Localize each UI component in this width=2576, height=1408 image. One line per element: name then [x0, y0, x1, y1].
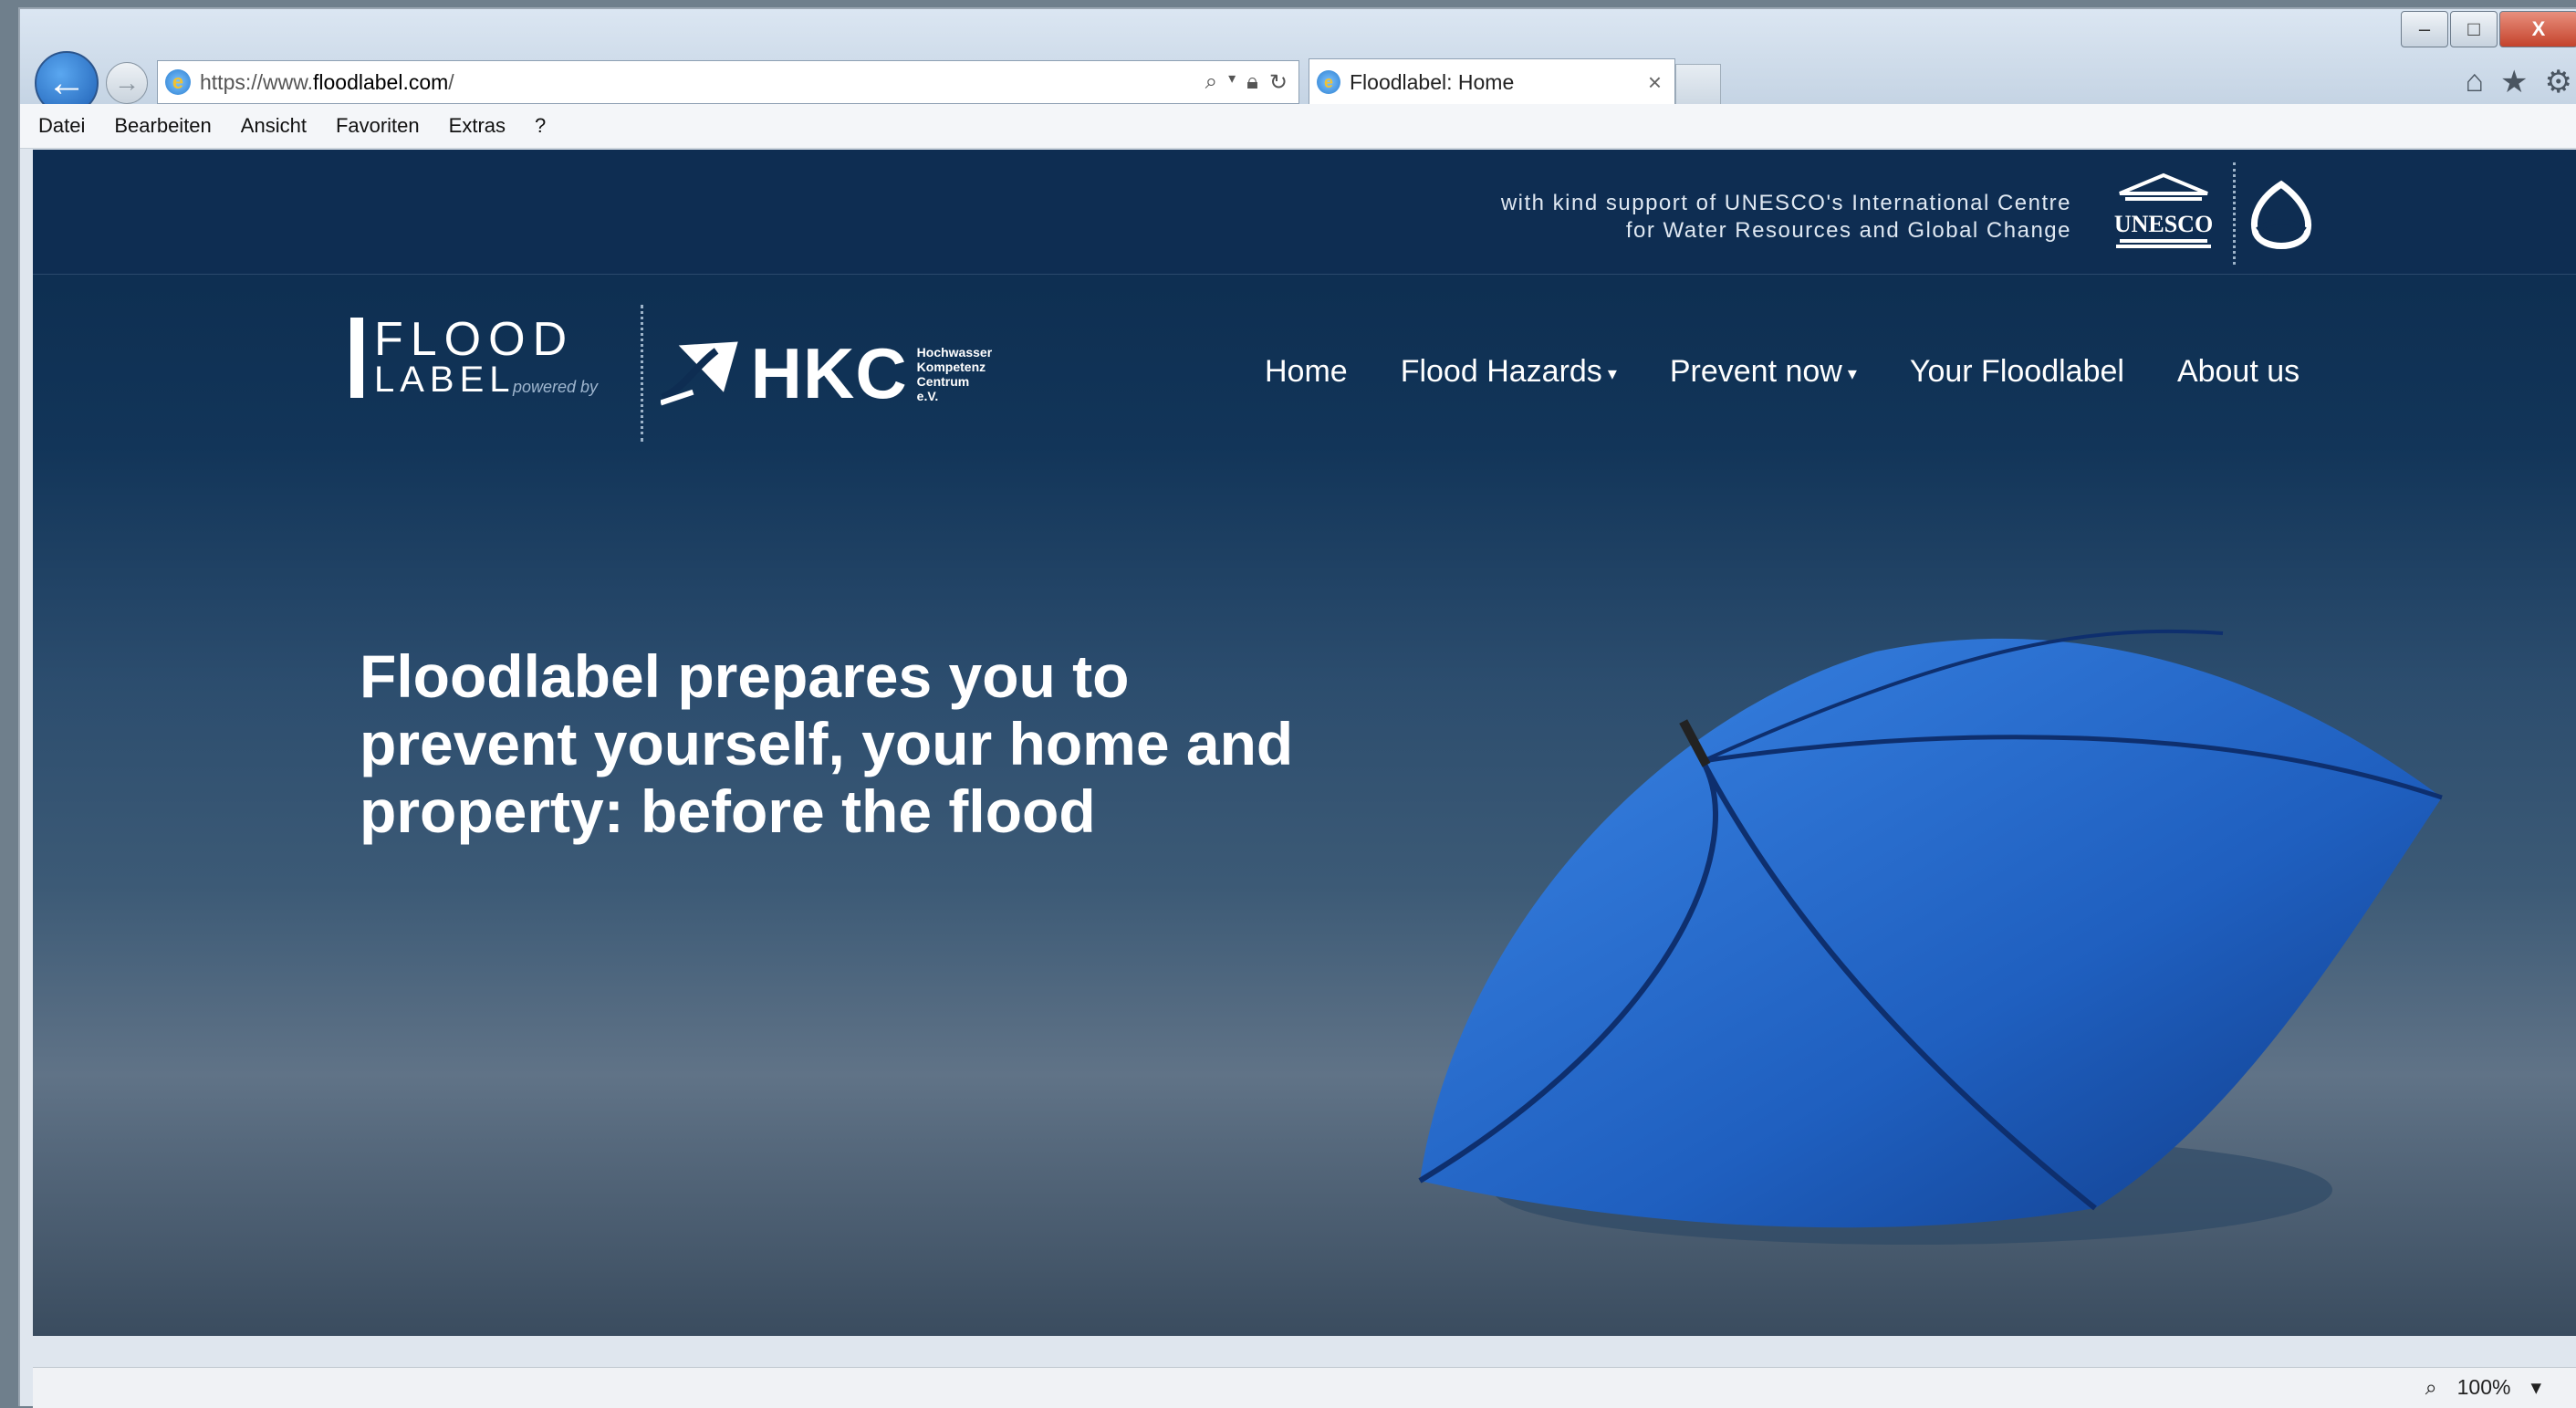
nav-your-floodlabel-label: Your Floodlabel	[1909, 354, 2124, 389]
nav-about-us[interactable]: About us	[2177, 354, 2300, 390]
menu-datei[interactable]: Datei	[38, 114, 85, 138]
minimize-button[interactable]: –	[2401, 11, 2448, 47]
zoom-level: 100%	[2456, 1375, 2511, 1399]
arrow-right-icon: →	[114, 68, 140, 97]
headline-line-3: property: before the flood	[360, 777, 1096, 845]
nav-prevent-now[interactable]: Prevent now ▾	[1670, 354, 1857, 390]
nav-flood-hazards-label: Flood Hazards	[1400, 354, 1602, 389]
search-icon[interactable]: ⌕	[1205, 69, 1217, 96]
logo-label-word: LABEL	[374, 360, 516, 400]
refresh-icon[interactable]: ↻	[1269, 69, 1288, 96]
web-page: with kind support of UNESCO's Internatio…	[33, 150, 2576, 1336]
url-text[interactable]: https://www.floodlabel.com/	[200, 70, 1205, 95]
zoom-magnifier-icon: ⌕	[2425, 1375, 2437, 1399]
hkc-logo[interactable]: HKC Hochwasser Kompetenz Centrum e.V.	[661, 332, 993, 415]
support-text: with kind support of UNESCO's Internatio…	[1501, 190, 2071, 245]
browser-window: – □ X ← → e https://www.floodlabel.com/ …	[18, 7, 2576, 1408]
menu-favoriten[interactable]: Favoriten	[336, 114, 420, 138]
ie-page-icon: e	[165, 69, 191, 95]
zoom-control[interactable]: ⌕ 100% ▾	[2425, 1375, 2541, 1400]
hkc-text: HKC	[750, 333, 908, 413]
hkc-subtitle: Hochwasser Kompetenz Centrum e.V.	[917, 345, 994, 403]
close-window-button[interactable]: X	[2499, 11, 2576, 47]
nav-home-label: Home	[1265, 354, 1348, 389]
support-bar: with kind support of UNESCO's Internatio…	[33, 150, 2576, 275]
url-domain: floodlabel.com	[312, 69, 449, 94]
hkc-wave-icon	[661, 341, 738, 405]
support-line-2: for Water Resources and Global Change	[1625, 218, 2071, 243]
headline-line-1: Floodlabel prepares you to	[360, 642, 1130, 710]
window-controls: – □ X	[2399, 11, 2576, 47]
menu-ansicht[interactable]: Ansicht	[241, 114, 307, 138]
new-tab-button[interactable]	[1675, 64, 1721, 106]
hkc-line-3: Centrum e.V.	[916, 373, 970, 403]
logo-flood-word: FLOOD	[374, 313, 575, 366]
url-suffix: /	[448, 69, 454, 94]
hero-umbrella-image	[1418, 629, 2443, 1245]
forward-button[interactable]: →	[106, 62, 148, 104]
nav-home[interactable]: Home	[1265, 354, 1348, 390]
headline-line-2: prevent yourself, your home and	[360, 710, 1294, 777]
menu-bearbeiten[interactable]: Bearbeiten	[114, 114, 211, 138]
powered-by-text: powered by	[513, 378, 599, 396]
logo-bar	[350, 318, 363, 398]
url-prefix: https://www.	[200, 69, 313, 94]
chevron-down-icon[interactable]: ▾	[1228, 69, 1236, 96]
home-icon[interactable]: ⌂	[2465, 64, 2484, 100]
unesco-text: UNESCO	[2114, 211, 2213, 237]
unesco-logo[interactable]: UNESCO	[2114, 172, 2213, 252]
brand-divider	[641, 305, 643, 442]
browser-toolbar-icons: ⌂ ★ ⚙	[2465, 64, 2572, 100]
hkc-line-1: Hochwasser	[916, 344, 993, 360]
caret-down-icon: ▾	[1847, 363, 1857, 384]
maximize-button[interactable]: □	[2450, 11, 2498, 47]
brand-area[interactable]: FLOOD LABEL powered by HKC Hochwasser Ko…	[350, 305, 992, 442]
tab-title: Floodlabel: Home	[1350, 69, 1515, 94]
chevron-down-icon[interactable]: ▾	[2530, 1375, 2541, 1400]
tab-close-button[interactable]: ×	[1648, 68, 1674, 97]
menu-help[interactable]: ?	[535, 114, 546, 138]
logo-divider	[2233, 162, 2236, 265]
nav-flood-hazards[interactable]: Flood Hazards ▾	[1401, 354, 1617, 390]
menu-extras[interactable]: Extras	[449, 114, 506, 138]
water-centre-logo[interactable]	[2245, 179, 2318, 252]
lock-icon[interactable]: 🔒︎	[1246, 69, 1258, 96]
support-line-1: with kind support of UNESCO's Internatio…	[1500, 191, 2071, 215]
gear-icon[interactable]: ⚙	[2545, 64, 2572, 100]
title-bar: – □ X ← → e https://www.floodlabel.com/ …	[20, 9, 2576, 115]
nav-prevent-now-label: Prevent now	[1669, 354, 1842, 389]
tab-favicon-icon: e	[1317, 70, 1340, 94]
arrow-left-icon: ←	[47, 60, 87, 105]
favorites-star-icon[interactable]: ★	[2500, 64, 2528, 100]
menu-bar: Datei Bearbeiten Ansicht Favoriten Extra…	[20, 104, 2576, 149]
nav-about-us-label: About us	[2176, 354, 2300, 389]
main-navigation: Home Flood Hazards ▾ Prevent now ▾ Your Fl…	[1265, 354, 2300, 390]
address-tools: ⌕ ▾ 🔒︎ ↻	[1205, 69, 1298, 96]
hkc-line-2: Kompetenz	[916, 359, 986, 374]
address-bar[interactable]: e https://www.floodlabel.com/ ⌕ ▾ 🔒︎ ↻	[157, 60, 1299, 104]
caret-down-icon: ▾	[1607, 363, 1617, 384]
hero-headline: Floodlabel prepares you to prevent yours…	[360, 642, 1455, 845]
status-bar: ⌕ 100% ▾	[33, 1367, 2576, 1408]
browser-tab[interactable]: e Floodlabel: Home ×	[1309, 58, 1675, 105]
nav-your-floodlabel[interactable]: Your Floodlabel	[1910, 354, 2124, 390]
